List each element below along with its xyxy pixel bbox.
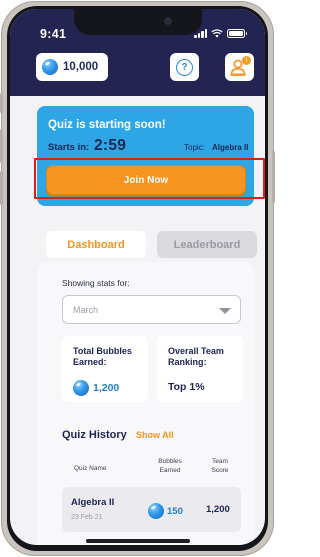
status-time: 9:41 (40, 27, 67, 41)
tab-dashboard[interactable]: Dashboard (46, 231, 146, 258)
countdown-timer: 2:59 (94, 137, 127, 154)
volume-up-button (0, 129, 3, 163)
total-bubbles-title: Total Bubbles Earned: (73, 346, 132, 368)
total-bubbles-card: Total Bubbles Earned: 1,200 (62, 336, 148, 402)
column-header-quiz-name: Quiz Name (74, 465, 107, 472)
app-header: 9:41 10,000 ? ! (10, 9, 265, 96)
bubble-coin-icon (148, 503, 164, 519)
wifi-icon (211, 29, 223, 38)
topic-value: Algebra II (212, 143, 249, 152)
topic-label: Topic: (184, 143, 205, 152)
app-screen: 9:41 10,000 ? ! Quiz is starting soon! S… (10, 9, 265, 545)
bubbles-balance[interactable]: 10,000 (36, 53, 108, 81)
team-ranking-card: Overall Team Ranking: Top 1% (157, 336, 243, 402)
cellular-signal-icon (194, 29, 207, 38)
row-team-score: 1,200 (206, 504, 230, 515)
dashboard-panel: Showing stats for: March Total Bubbles E… (37, 262, 254, 545)
month-dropdown[interactable]: March (62, 295, 241, 324)
phone-bezel: 9:41 10,000 ? ! Quiz is starting soon! S… (7, 6, 268, 551)
row-quiz-name: Algebra II (71, 497, 115, 508)
quiz-banner-title: Quiz is starting soon! (48, 119, 166, 131)
chevron-down-icon (219, 308, 231, 314)
profile-button[interactable]: ! (225, 53, 254, 81)
help-button[interactable]: ? (170, 53, 199, 81)
phone-frame: 9:41 10,000 ? ! Quiz is starting soon! S… (0, 1, 275, 556)
tab-leaderboard[interactable]: Leaderboard (157, 231, 257, 258)
team-ranking-value: Top 1% (168, 381, 205, 393)
bubble-coin-icon (73, 380, 89, 396)
total-bubbles-value: 1,200 (93, 382, 120, 394)
status-icons (194, 29, 247, 38)
bubbles-count: 10,000 (63, 61, 99, 73)
power-button (272, 151, 275, 203)
column-header-bubbles-earned: Bubbles Earned (158, 458, 182, 474)
team-ranking-title: Overall Team Ranking: (168, 346, 224, 368)
question-mark-icon: ? (176, 58, 193, 76)
highlight-box (34, 158, 265, 199)
bubble-coin-icon (42, 59, 58, 75)
camera-icon (164, 17, 172, 25)
starts-in-label: Starts in: (48, 142, 90, 153)
show-all-link[interactable]: Show All (136, 430, 174, 440)
mute-switch (0, 93, 3, 113)
home-indicator (86, 539, 190, 543)
row-bubbles-earned: 150 (167, 505, 183, 517)
notification-badge: ! (242, 56, 251, 65)
month-selected-value: March (73, 305, 99, 315)
quiz-history-title: Quiz History (62, 429, 127, 441)
notch (74, 9, 202, 35)
showing-stats-label: Showing stats for: (62, 278, 130, 288)
table-row[interactable]: Algebra II 23 Feb 21 150 1,200 (62, 487, 241, 532)
column-header-team-score: Team Score (211, 458, 229, 474)
row-date: 23 Feb 21 (71, 514, 103, 521)
battery-icon (227, 29, 247, 38)
volume-down-button (0, 171, 3, 205)
